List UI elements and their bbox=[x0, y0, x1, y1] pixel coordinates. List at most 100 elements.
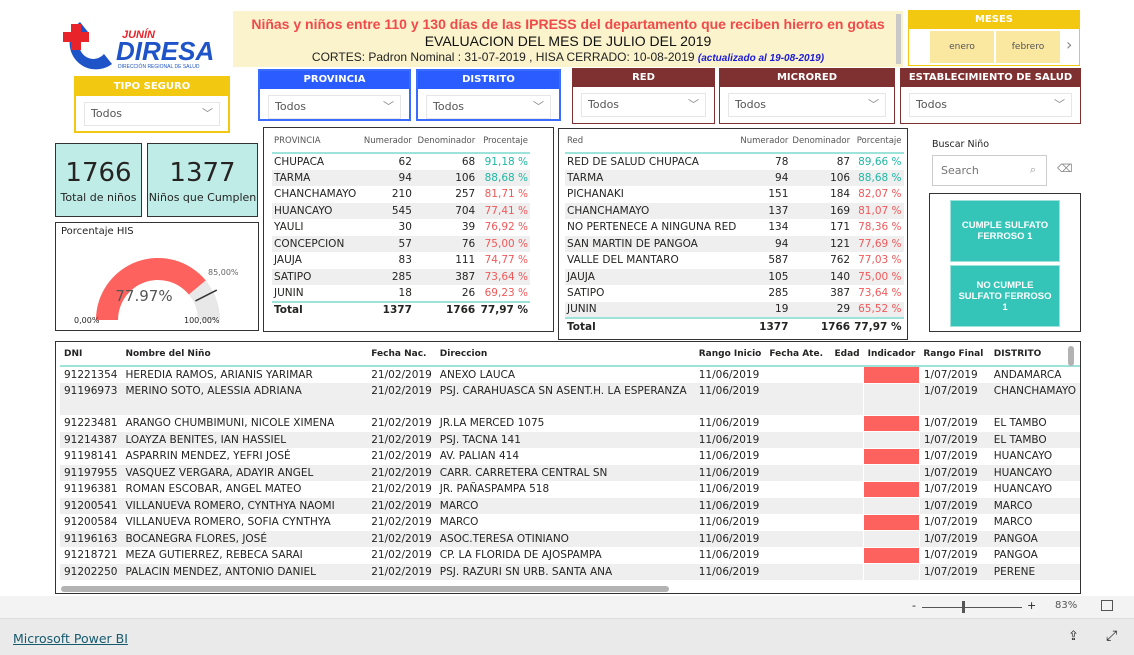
table-cell: 26 bbox=[461, 286, 476, 299]
zoom-slider[interactable] bbox=[922, 607, 1022, 608]
column-header[interactable]: Direccion bbox=[435, 346, 695, 367]
table-cell: CHANCHAMAYO bbox=[989, 383, 1080, 415]
table-cell: 91221354 bbox=[64, 369, 118, 381]
microred-dropdown[interactable]: Todos ﹀ bbox=[728, 93, 886, 117]
establecimiento-dropdown[interactable]: Todos ﹀ bbox=[909, 93, 1072, 117]
column-header[interactable]: Fecha Ate. bbox=[765, 346, 831, 367]
gauge-value: 77.97% bbox=[115, 287, 173, 305]
table-row[interactable]: CHANCHAMAYO 210 257 81,71 % bbox=[272, 186, 530, 203]
column-header[interactable]: Indicador bbox=[863, 346, 920, 367]
table-row[interactable]: 91196973 MERINO SOTO, ALESSIA ADRIANA 21/0… bbox=[60, 382, 1080, 416]
fullscreen-icon[interactable]: ⤢ bbox=[1106, 628, 1117, 644]
table-row[interactable]: NO PERTENECE A NINGUNA RED 134 171 78,36 % bbox=[565, 219, 904, 236]
table-cell: 1/07/2019 bbox=[919, 563, 990, 580]
search-box[interactable]: ⌕ bbox=[932, 155, 1047, 186]
column-header[interactable]: Rango Final bbox=[919, 346, 990, 367]
table-row[interactable]: YAULI 30 39 76,92 % bbox=[272, 219, 530, 236]
table-row[interactable]: RED DE SALUD CHUPACA 78 87 89,66 % bbox=[565, 153, 904, 170]
table-cell bbox=[765, 415, 830, 432]
column-header[interactable]: Nombre del Niño bbox=[121, 346, 368, 367]
tipo-seguro-dropdown[interactable]: Todos ﹀ bbox=[84, 102, 220, 126]
distrito-dropdown[interactable]: Todos ﹀ bbox=[426, 95, 551, 119]
table-row[interactable]: 91218721 MEZA GUTIERREZ, REBECA SARAI 21/0… bbox=[60, 546, 1080, 564]
indicator-cell bbox=[863, 431, 920, 449]
indicator-cell bbox=[863, 382, 920, 416]
column-header[interactable]: DISTRITO bbox=[989, 346, 1080, 367]
column-header[interactable]: Porcentaje bbox=[852, 136, 904, 154]
table-cell: 11/06/2019 bbox=[694, 464, 766, 481]
table-cell: 121 bbox=[790, 235, 853, 252]
table-row[interactable]: 91221354 HEREDIA RAMOS, ARIANIS YARIMAR 21… bbox=[60, 365, 1080, 384]
table-row[interactable]: PICHANAKI 151 184 82,07 % bbox=[565, 186, 904, 203]
gauge-max-label: 100,00% bbox=[184, 316, 220, 325]
table-row[interactable]: TARMA 94 106 88,68 % bbox=[565, 169, 904, 186]
table-row[interactable]: CHUPACA 62 68 91,18 % bbox=[272, 153, 530, 170]
search-input[interactable] bbox=[941, 164, 1021, 177]
horizontal-scrollbar[interactable] bbox=[61, 586, 669, 592]
column-header[interactable]: Procentaje bbox=[477, 136, 530, 154]
column-header[interactable]: Rango Inicio bbox=[694, 346, 766, 367]
fit-page-icon[interactable] bbox=[1101, 600, 1113, 611]
column-header[interactable]: Numerador bbox=[360, 136, 414, 154]
chevron-right-icon[interactable]: › bbox=[1066, 35, 1072, 54]
kpi-cumplen-value: 1377 bbox=[169, 158, 236, 188]
table-cell: HUANCAYO bbox=[272, 202, 361, 219]
table-row[interactable]: 91197955 VASQUEZ VERGARA, ADAYIR ANGEL 21/… bbox=[60, 464, 1080, 482]
powerbi-link[interactable]: Microsoft Power BI bbox=[13, 631, 128, 646]
vertical-scrollbar[interactable] bbox=[1068, 346, 1074, 366]
no-cumple-sulfato-button[interactable]: NO CUMPLE SULFATO FERROSO 1 bbox=[950, 265, 1060, 327]
table-row[interactable]: JUNIN 19 29 65,52 % bbox=[565, 301, 904, 318]
red-dropdown[interactable]: Todos ﹀ bbox=[581, 93, 706, 117]
share-icon[interactable]: ⇪ bbox=[1068, 629, 1079, 644]
table-cell: PICHANAKI bbox=[567, 188, 624, 201]
eraser-icon[interactable]: ⌫ bbox=[1057, 162, 1073, 175]
column-header[interactable]: Red bbox=[565, 136, 739, 154]
table-row[interactable]: 91223481 ARANGO CHUMBIMUNI, NICOLE XIMENA… bbox=[60, 414, 1080, 432]
table-row[interactable]: SAN MARTIN DE PANGOA 94 121 77,69 % bbox=[565, 235, 904, 252]
table-row[interactable]: JAUJA 105 140 75,00 % bbox=[565, 268, 904, 285]
table-row[interactable]: SATIPO 285 387 73,64 % bbox=[565, 285, 904, 302]
column-header[interactable]: Edad bbox=[830, 346, 864, 367]
column-header[interactable]: Denominador bbox=[413, 136, 478, 154]
cumple-sulfato-button[interactable]: CUMPLE SULFATO FERROSO 1 bbox=[950, 200, 1060, 262]
table-row[interactable]: 91196381 ROMAN ESCOBAR, ANGEL MATEO 21/02/… bbox=[60, 480, 1080, 498]
table-row[interactable]: HUANCAYO 545 704 77,41 % bbox=[272, 202, 530, 219]
column-header[interactable]: DNI bbox=[60, 346, 122, 367]
zoom-out-button[interactable]: - bbox=[912, 599, 916, 612]
table-row[interactable]: JAUJA 83 111 74,77 % bbox=[272, 252, 530, 269]
red-table: Red Numerador Denominador Porcentaje RED DE … bbox=[565, 136, 904, 335]
total-cell: 1766 bbox=[413, 300, 478, 318]
total-cell: Total bbox=[565, 317, 739, 335]
indicator-cell bbox=[863, 447, 920, 465]
table-cell: 21/02/2019 bbox=[367, 530, 436, 547]
search-icon[interactable]: ⌕ bbox=[1030, 163, 1036, 177]
table-cell: PERENE bbox=[989, 563, 1080, 580]
chevron-down-icon: ﹀ bbox=[202, 107, 213, 120]
mes-enero[interactable]: enero bbox=[930, 31, 994, 63]
meses-slicer: MESES enero febrero › bbox=[908, 10, 1080, 66]
table-row[interactable]: 91200541 VILLANUEVA ROMERO, CYNTHYA NAOMI… bbox=[60, 497, 1080, 515]
table-row[interactable]: TARMA 94 106 88,68 % bbox=[272, 169, 530, 186]
table-row[interactable]: 91200584 VILLANUEVA ROMERO, SOFIA CYNTHYA… bbox=[60, 513, 1080, 531]
provincia-dropdown[interactable]: Todos ﹀ bbox=[268, 95, 401, 119]
column-header[interactable]: Numerador bbox=[738, 136, 791, 154]
table-row[interactable]: 91202250 PALACIN MENDEZ, ANTONIO DANIEL 21… bbox=[60, 563, 1080, 581]
header-scrollbar[interactable] bbox=[896, 14, 901, 64]
table-row[interactable]: CONCEPCION 57 76 75,00 % bbox=[272, 235, 530, 252]
zoom-in-button[interactable]: + bbox=[1027, 599, 1036, 612]
table-row[interactable]: 91198141 ASPARRIN MENDEZ, YEFRI JOSÉ 21/02… bbox=[60, 447, 1080, 465]
table-row[interactable]: 91214387 LOAYZA BENITES, IAN HASSIEL 21/02… bbox=[60, 431, 1080, 449]
table-row[interactable]: 91196163 BOCANEGRA FLORES, JOSÉ 21/02/2019… bbox=[60, 530, 1080, 548]
table-cell: 169 bbox=[790, 202, 853, 219]
table-cell: 21/02/2019 bbox=[367, 497, 436, 514]
table-row[interactable]: CHANCHAMAYO 137 169 81,07 % bbox=[565, 202, 904, 219]
zoom-slider-thumb[interactable] bbox=[962, 601, 965, 613]
column-header[interactable]: Denominador bbox=[790, 136, 853, 154]
table-row[interactable]: SATIPO 285 387 73,64 % bbox=[272, 268, 530, 285]
table-cell: ANDAMARCA bbox=[993, 369, 1062, 381]
mes-febrero[interactable]: febrero bbox=[996, 31, 1060, 63]
table-row[interactable]: VALLE DEL MANTARO 587 762 77,03 % bbox=[565, 252, 904, 269]
column-header[interactable]: Fecha Nac. bbox=[367, 346, 436, 367]
table-row[interactable]: JUNIN 18 26 69,23 % bbox=[272, 285, 530, 302]
column-header[interactable]: PROVINCIA bbox=[272, 136, 361, 154]
